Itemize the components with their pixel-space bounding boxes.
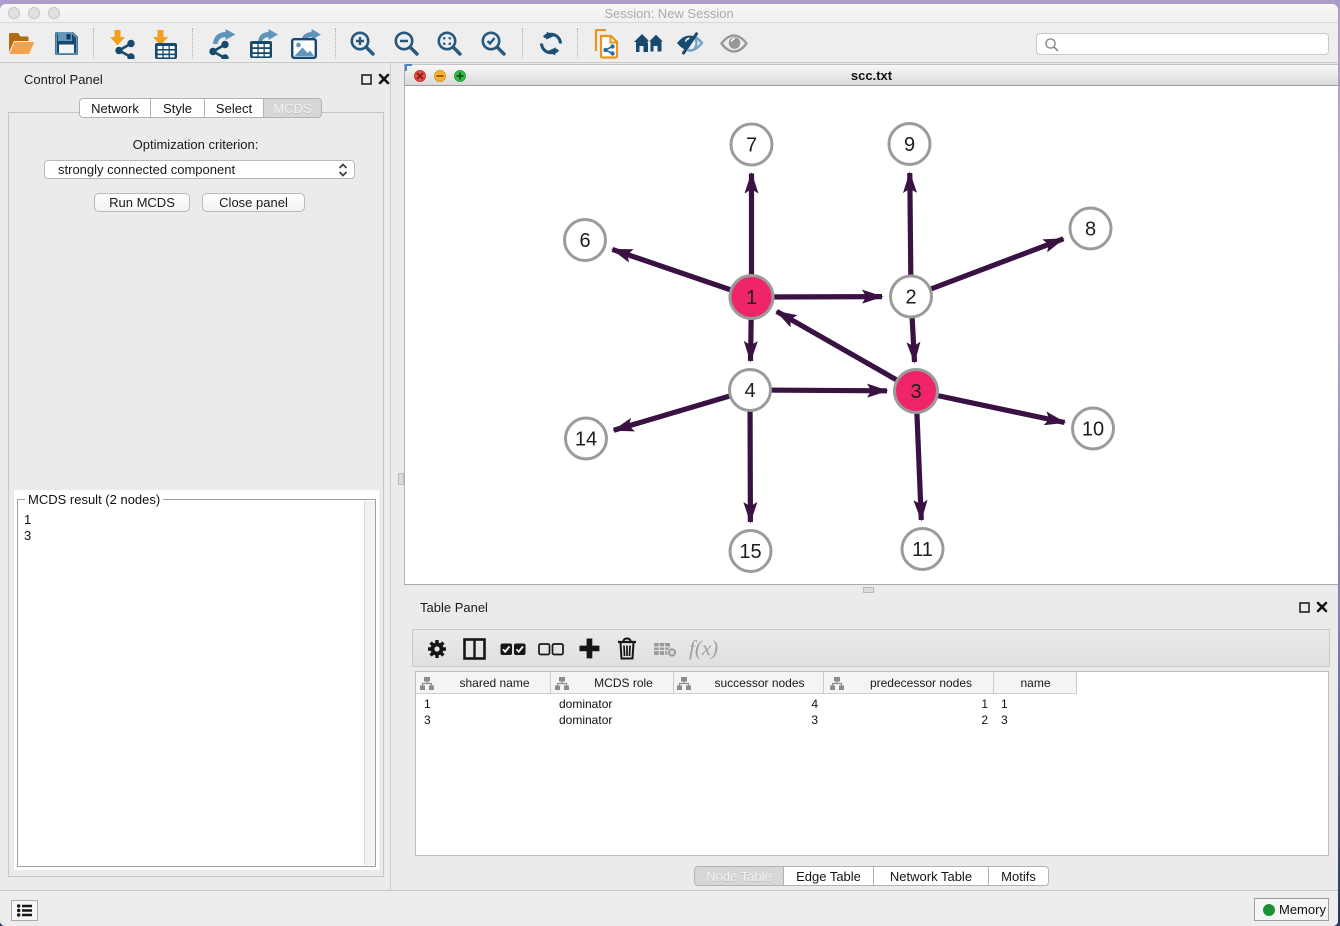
svg-text:7: 7 [746, 135, 757, 157]
svg-text:14: 14 [575, 429, 597, 451]
svg-text:9: 9 [904, 134, 915, 156]
svg-text:11: 11 [912, 539, 933, 561]
svg-text:15: 15 [739, 541, 761, 563]
svg-text:3: 3 [910, 381, 921, 403]
svg-text:10: 10 [1082, 419, 1104, 441]
svg-text:1: 1 [746, 287, 757, 309]
svg-text:8: 8 [1085, 219, 1096, 241]
svg-text:4: 4 [744, 380, 755, 402]
svg-text:6: 6 [579, 230, 590, 252]
svg-text:2: 2 [905, 287, 916, 309]
